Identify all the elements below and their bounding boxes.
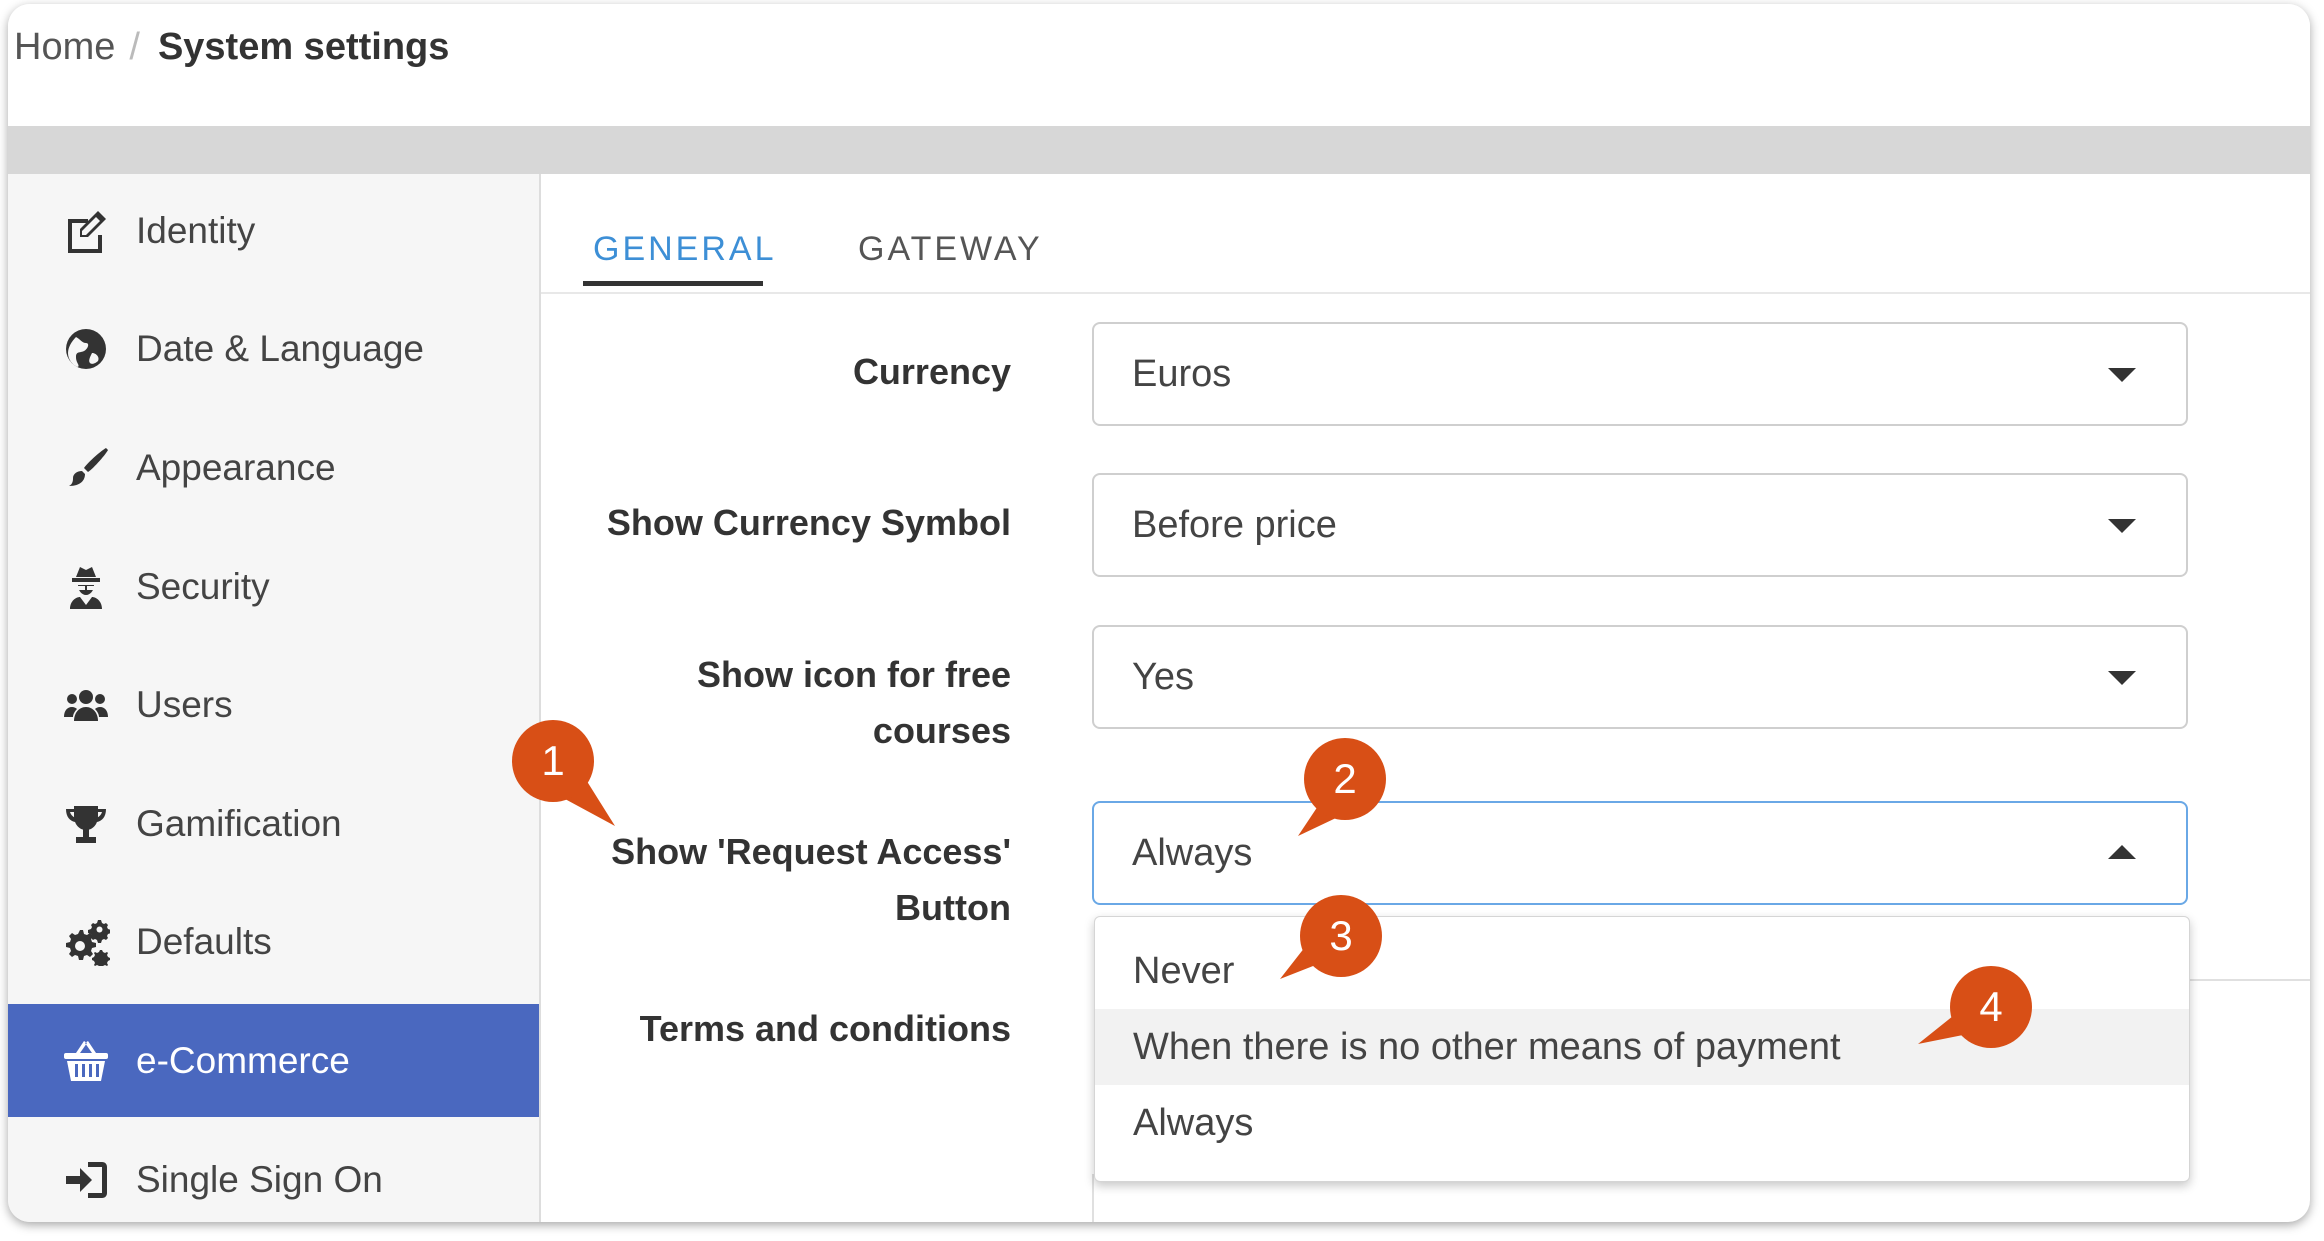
callout-1: 1 <box>541 737 565 784</box>
callout-3: 3 <box>1329 912 1353 959</box>
settings-window: Home / System settings Identity Date & L… <box>8 4 2310 1222</box>
callout-4: 4 <box>1979 983 2003 1030</box>
callout-2: 2 <box>1333 755 1357 802</box>
